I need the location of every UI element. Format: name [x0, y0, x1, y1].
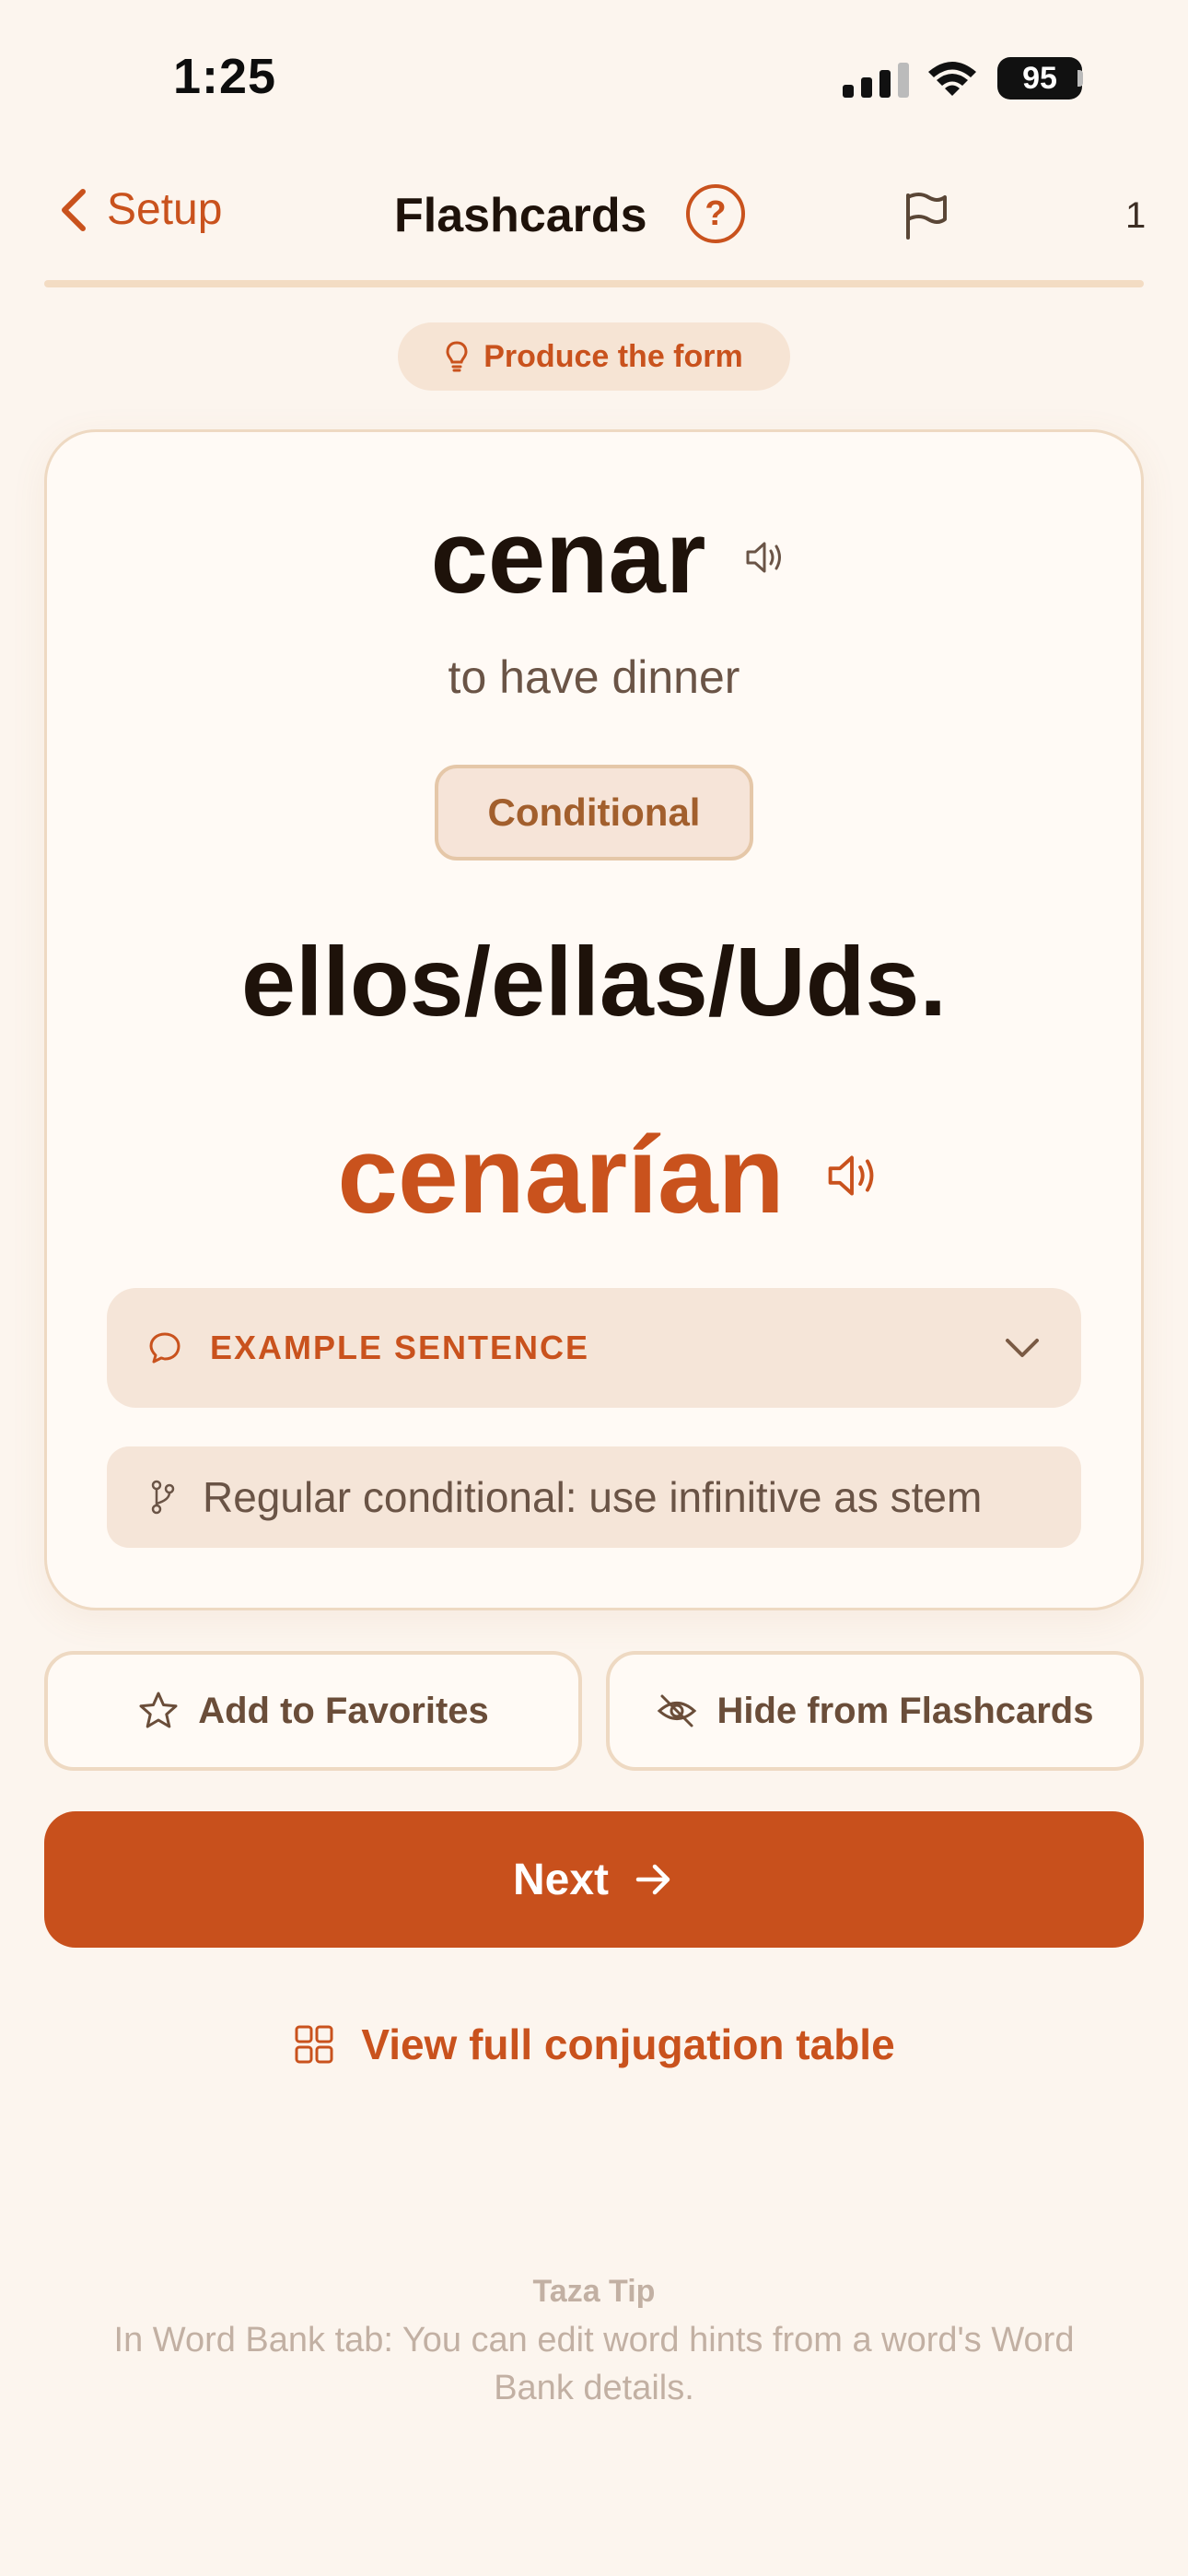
git-branch-icon	[151, 1480, 175, 1515]
view-conjugation-table-label: View full conjugation table	[361, 2020, 895, 2068]
speaker-icon[interactable]	[744, 539, 785, 576]
example-sentence-toggle[interactable]: EXAMPLE SENTENCE	[107, 1288, 1081, 1408]
verb-infinitive: cenar	[430, 499, 706, 615]
verb-translation: to have dinner	[448, 651, 740, 703]
eye-off-icon	[658, 1694, 697, 1727]
back-button[interactable]: Setup	[57, 184, 222, 235]
battery-nub	[1077, 70, 1083, 87]
chevron-down-icon	[1006, 1339, 1039, 1357]
mode-pill: Produce the form	[398, 322, 790, 391]
battery-indicator: 95	[997, 57, 1082, 100]
grammar-rule: Regular conditional: use infinitive as s…	[107, 1446, 1081, 1548]
status-time: 1:25	[173, 49, 277, 104]
back-label: Setup	[107, 185, 223, 234]
page-title: Flashcards	[394, 189, 647, 242]
example-sentence-label: EXAMPLE SENTENCE	[210, 1329, 590, 1366]
flag-icon[interactable]	[901, 190, 950, 241]
add-to-favorites-button[interactable]: Add to Favorites	[44, 1651, 582, 1771]
speaker-icon[interactable]	[825, 1152, 879, 1200]
speech-bubble-icon	[149, 1332, 181, 1364]
grammar-rule-text: Regular conditional: use infinitive as s…	[203, 1473, 983, 1521]
star-icon	[139, 1692, 178, 1728]
tense-badge: Conditional	[435, 765, 753, 861]
hide-from-flashcards-button[interactable]: Hide from Flashcards	[606, 1651, 1144, 1771]
arrow-right-icon	[635, 1864, 670, 1895]
answer-row: cenarían	[0, 1113, 1188, 1238]
view-conjugation-table-link[interactable]: View full conjugation table	[0, 2020, 1188, 2069]
wifi-icon	[928, 62, 976, 96]
add-to-favorites-label: Add to Favorites	[198, 1690, 489, 1731]
card-counter: 1	[1125, 195, 1147, 236]
tip-text: In Word Bank tab: You can edit word hint…	[113, 2321, 1075, 2407]
verb-row: cenar	[0, 498, 1188, 616]
mode-label: Produce the form	[483, 338, 743, 374]
next-button[interactable]: Next	[44, 1811, 1144, 1948]
tip-title: Taza Tip	[532, 2274, 656, 2309]
next-label: Next	[512, 1855, 610, 1904]
hide-from-flashcards-label: Hide from Flashcards	[716, 1690, 1094, 1731]
grid-icon	[295, 2025, 333, 2064]
lightbulb-icon	[446, 341, 468, 372]
progress-bar	[44, 280, 1144, 287]
pronoun-label: ellos/ellas/Uds.	[241, 928, 947, 1036]
conjugated-answer: cenarían	[337, 1115, 785, 1236]
help-button[interactable]: ?	[686, 184, 745, 243]
cellular-signal-icon	[843, 63, 909, 98]
chevron-left-icon	[62, 188, 86, 231]
